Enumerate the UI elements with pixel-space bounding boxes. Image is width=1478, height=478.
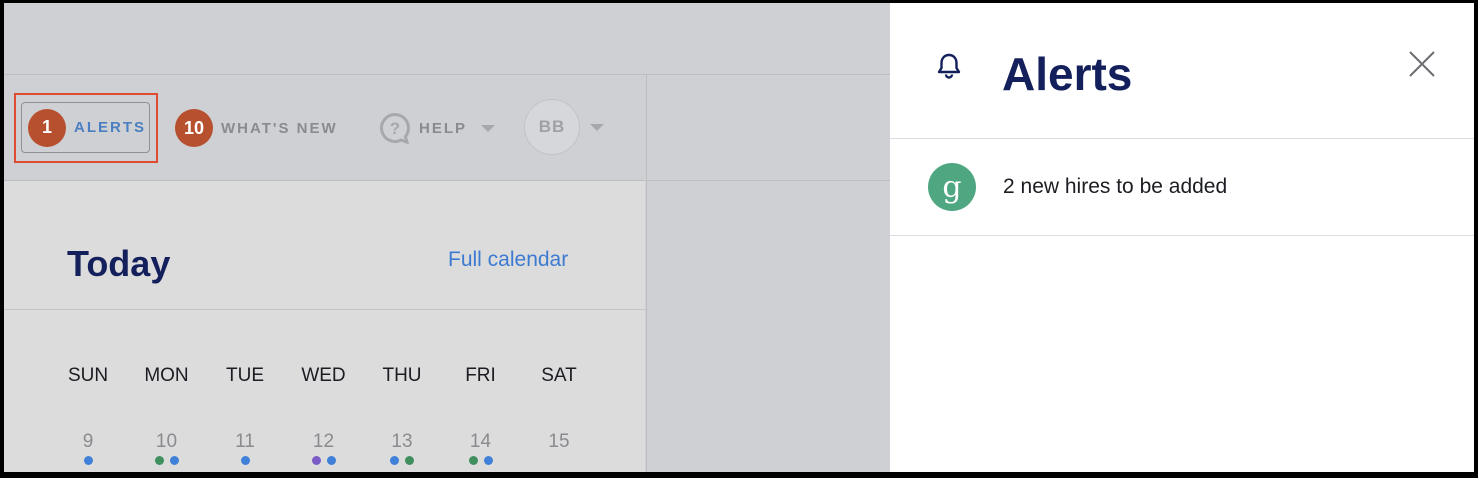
close-icon[interactable]: [1408, 50, 1436, 78]
user-menu-button[interactable]: BB: [524, 99, 604, 155]
event-dot: [240, 456, 250, 465]
event-dots: [289, 456, 359, 465]
event-dot: [483, 456, 493, 465]
event-dot: [311, 456, 321, 465]
event-dot: [326, 456, 336, 465]
app-background: 1 ALERTS 10 WHAT'S NEW ? HELP BB Today F…: [4, 3, 891, 472]
help-dropdown-caret-icon: [481, 124, 496, 132]
help-nav-button[interactable]: ? HELP: [379, 112, 496, 144]
day-number[interactable]: 14: [446, 431, 516, 453]
today-card: [4, 181, 645, 472]
event-dot: [154, 456, 164, 465]
right-column: [646, 75, 891, 472]
event-dot: [468, 456, 478, 465]
user-dropdown-caret-icon: [590, 123, 604, 131]
greenhouse-g-icon: g: [928, 163, 976, 211]
weekday-label: WED: [301, 365, 346, 386]
event-dots: [132, 456, 202, 465]
weekday-label: FRI: [465, 365, 496, 386]
screen-frame: 1 ALERTS 10 WHAT'S NEW ? HELP BB Today F…: [4, 3, 1474, 472]
day-number[interactable]: 13: [367, 431, 437, 453]
full-calendar-link[interactable]: Full calendar: [448, 248, 568, 272]
bell-icon: [937, 53, 961, 79]
today-title: Today: [67, 243, 171, 284]
event-dot: [169, 456, 179, 465]
alert-item[interactable]: g 2 new hires to be added: [890, 139, 1474, 236]
whats-new-nav-label: WHAT'S NEW: [221, 119, 338, 137]
alerts-panel: Alerts g 2 new hires to be added: [890, 3, 1474, 472]
alert-item-text: 2 new hires to be added: [1003, 175, 1228, 198]
day-number[interactable]: 12: [289, 431, 359, 453]
day-number[interactable]: 10: [132, 431, 202, 453]
help-nav-label: HELP: [419, 119, 468, 137]
alerts-panel-title: Alerts: [1002, 48, 1133, 100]
event-dot: [390, 456, 399, 465]
event-dot: [83, 456, 93, 465]
event-dots: [367, 456, 437, 465]
whats-new-count-badge: 10: [175, 109, 213, 147]
alerts-panel-header: Alerts: [890, 3, 1474, 139]
help-bubble-icon: ?: [380, 112, 410, 144]
day-number[interactable]: 9: [53, 431, 123, 453]
user-avatar: BB: [524, 99, 580, 155]
day-number[interactable]: 15: [524, 431, 594, 453]
weekday-label: THU: [382, 365, 422, 386]
svg-text:?: ?: [390, 119, 400, 138]
top-bar: [4, 3, 890, 75]
weekday-label: MON: [144, 365, 189, 386]
weekday-label: SUN: [67, 365, 109, 386]
event-dots: [446, 456, 516, 465]
event-dots: [53, 456, 123, 465]
alerts-highlight-box: [14, 93, 158, 163]
whats-new-nav-button[interactable]: 10 WHAT'S NEW: [175, 109, 338, 147]
day-number[interactable]: 11: [210, 431, 280, 453]
event-dots: [210, 456, 280, 465]
weekday-label: TUE: [226, 365, 264, 386]
weekday-label: SAT: [541, 365, 577, 386]
event-dot: [405, 456, 414, 465]
